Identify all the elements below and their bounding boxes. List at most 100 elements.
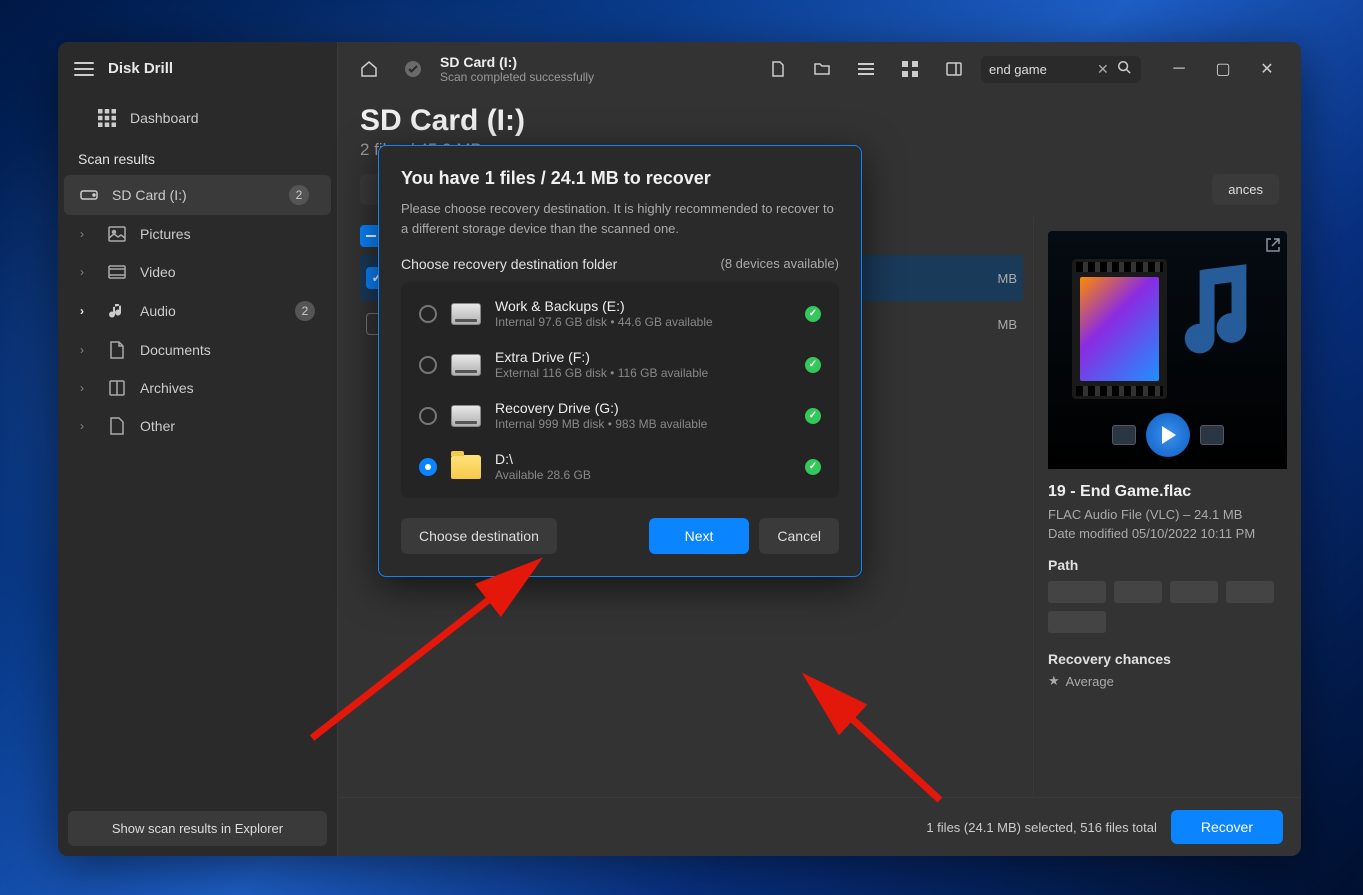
chevron-right-icon: › — [80, 304, 94, 318]
details-panel: 19 - End Game.flac FLAC Audio File (VLC)… — [1033, 217, 1301, 797]
drive-icon — [451, 354, 481, 376]
recovery-destination-modal: You have 1 files / 24.1 MB to recover Pl… — [378, 145, 862, 577]
destination-sub: External 116 GB disk • 116 GB available — [495, 366, 791, 380]
show-in-explorer-button[interactable]: Show scan results in Explorer — [68, 811, 327, 846]
path-label: Path — [1048, 557, 1287, 573]
play-button[interactable] — [1146, 413, 1190, 457]
destination-name: Work & Backups (E:) — [495, 298, 791, 314]
preview-box — [1048, 231, 1287, 469]
status-text: 1 files (24.1 MB) selected, 516 files to… — [926, 820, 1157, 835]
search-box[interactable]: ✕ — [981, 56, 1141, 83]
fullscreen-icon[interactable] — [1200, 425, 1224, 445]
panel-icon[interactable] — [937, 52, 971, 86]
sidebar-item-video[interactable]: › Video — [58, 253, 337, 291]
drive-icon — [80, 186, 98, 204]
sidebar-item-documents[interactable]: › Documents — [58, 331, 337, 369]
sidebar-item-label: Documents — [140, 342, 211, 358]
clear-search-icon[interactable]: ✕ — [1097, 61, 1109, 78]
destination-count: (8 devices available) — [720, 256, 839, 272]
document-icon — [108, 341, 126, 359]
destination-sub: Internal 999 MB disk • 983 MB available — [495, 417, 791, 431]
minimize-button[interactable]: ─ — [1159, 53, 1199, 85]
grid-icon — [98, 109, 116, 127]
details-filename: 19 - End Game.flac — [1048, 483, 1287, 501]
chances-filter-button[interactable]: ances — [1212, 174, 1279, 205]
sidebar-item-pictures[interactable]: › Pictures — [58, 215, 337, 253]
film-strip-icon — [1072, 259, 1167, 399]
destination-item[interactable]: Recovery Drive (G:) Internal 999 MB disk… — [405, 390, 835, 441]
chevron-right-icon: › — [80, 343, 94, 357]
sidebar-item-label: Other — [140, 418, 175, 434]
menu-icon[interactable] — [74, 62, 94, 76]
recover-button[interactable]: Recover — [1171, 810, 1283, 844]
destination-sub: Available 28.6 GB — [495, 468, 791, 482]
media-controls — [1112, 413, 1224, 457]
audio-icon — [108, 302, 126, 320]
topbar: SD Card (I:) Scan completed successfully… — [338, 42, 1301, 96]
home-icon[interactable] — [352, 52, 386, 86]
breadcrumb-status: Scan completed successfully — [440, 70, 594, 84]
breadcrumb: SD Card (I:) Scan completed successfully — [440, 54, 594, 84]
search-input[interactable] — [989, 62, 1089, 77]
maximize-button[interactable]: ▢ — [1203, 53, 1243, 85]
cancel-button[interactable]: Cancel — [759, 518, 839, 554]
page-title: SD Card (I:) — [360, 104, 1279, 138]
radio-button[interactable] — [419, 305, 437, 323]
destination-name: Extra Drive (F:) — [495, 349, 791, 365]
file-size: MB — [998, 317, 1018, 332]
modal-title: You have 1 files / 24.1 MB to recover — [401, 168, 839, 189]
destination-item[interactable]: Extra Drive (F:) External 116 GB disk • … — [405, 339, 835, 390]
sidebar-item-audio[interactable]: › Audio 2 — [58, 291, 337, 331]
chevron-right-icon: › — [80, 227, 94, 241]
close-button[interactable]: ✕ — [1247, 53, 1287, 85]
folder-icon[interactable] — [805, 52, 839, 86]
check-circle-icon[interactable] — [396, 52, 430, 86]
recovery-chances-value: ★ Average — [1048, 673, 1287, 689]
sidebar-item-other[interactable]: › Other — [58, 407, 337, 445]
chevron-right-icon: › — [80, 419, 94, 433]
drive-icon — [451, 303, 481, 325]
star-icon: ★ — [1048, 673, 1060, 689]
sidebar-dashboard-label: Dashboard — [130, 110, 199, 126]
radio-button[interactable] — [419, 356, 437, 374]
sidebar-item-sdcard[interactable]: SD Card (I:) 2 — [64, 175, 331, 215]
destination-name: Recovery Drive (G:) — [495, 400, 791, 416]
archive-icon — [108, 379, 126, 397]
music-note-icon — [1172, 257, 1257, 367]
chevron-right-icon: › — [80, 381, 94, 395]
radio-button[interactable] — [419, 407, 437, 425]
check-icon — [805, 459, 821, 475]
sidebar-item-label: Archives — [140, 380, 194, 396]
sidebar-item-label: Audio — [140, 303, 176, 319]
check-icon — [805, 306, 821, 322]
sidebar-item-label: SD Card (I:) — [112, 187, 187, 203]
sidebar-item-label: Video — [140, 264, 176, 280]
destination-name: D:\ — [495, 451, 791, 467]
radio-button[interactable] — [419, 458, 437, 476]
sidebar-item-archives[interactable]: › Archives — [58, 369, 337, 407]
video-icon — [108, 263, 126, 281]
destination-item[interactable]: D:\ Available 28.6 GB — [405, 441, 835, 492]
sidebar: Disk Drill Dashboard Scan results SD Car… — [58, 42, 338, 856]
sidebar-badge: 2 — [295, 301, 315, 321]
file-icon[interactable] — [761, 52, 795, 86]
path-segments — [1048, 581, 1287, 633]
chances-filter-label: ances — [1228, 182, 1263, 197]
stop-icon[interactable] — [1112, 425, 1136, 445]
sidebar-section-label: Scan results — [58, 137, 337, 175]
status-footer: 1 files (24.1 MB) selected, 516 files to… — [338, 797, 1301, 856]
app-title: Disk Drill — [108, 60, 173, 77]
list-view-icon[interactable] — [849, 52, 883, 86]
next-button[interactable]: Next — [649, 518, 750, 554]
details-type: FLAC Audio File (VLC) – 24.1 MB — [1048, 507, 1287, 522]
file-icon — [108, 417, 126, 435]
image-icon — [108, 225, 126, 243]
destination-item[interactable]: Work & Backups (E:) Internal 97.6 GB dis… — [405, 288, 835, 339]
sidebar-dashboard[interactable]: Dashboard — [58, 99, 337, 137]
grid-view-icon[interactable] — [893, 52, 927, 86]
drive-icon — [451, 405, 481, 427]
details-modified: Date modified 05/10/2022 10:11 PM — [1048, 526, 1287, 541]
choose-destination-button[interactable]: Choose destination — [401, 518, 557, 554]
check-icon — [805, 408, 821, 424]
search-icon[interactable] — [1117, 60, 1131, 79]
